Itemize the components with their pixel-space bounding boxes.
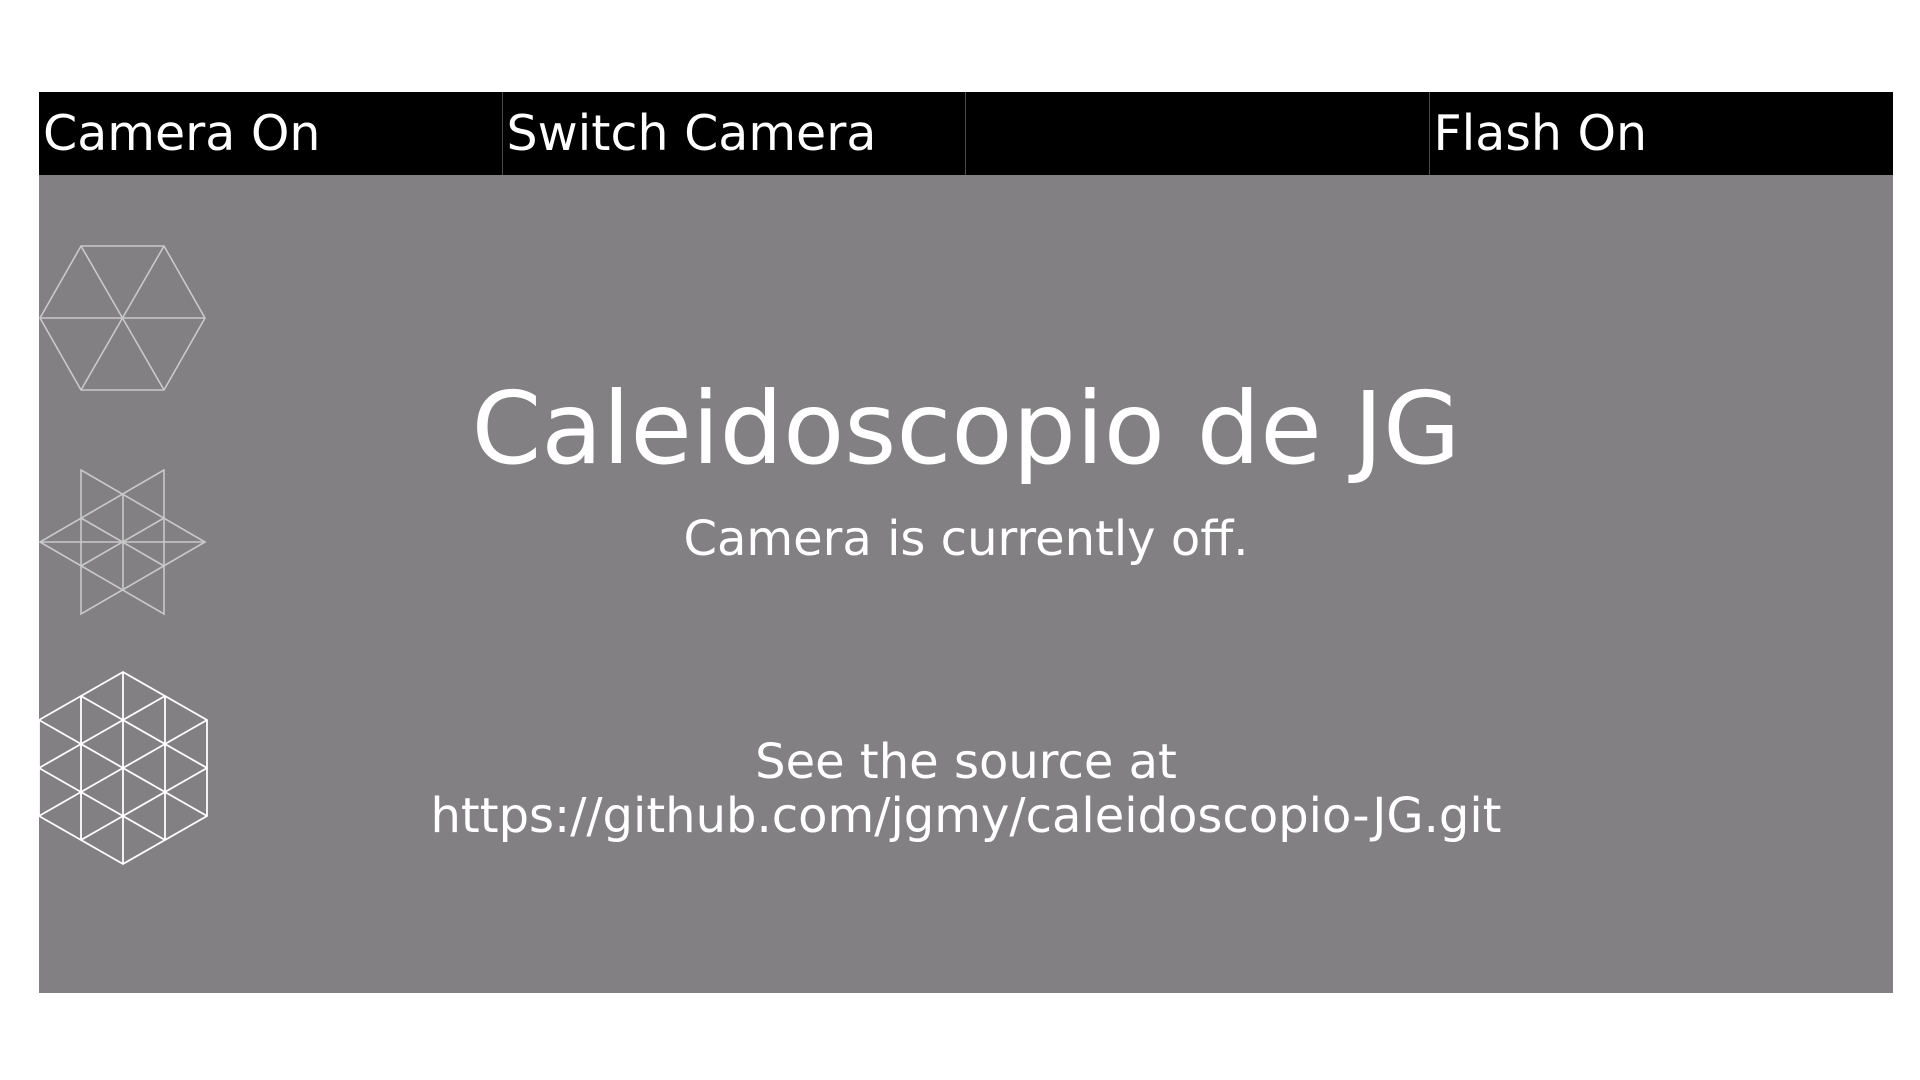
flash-on-button[interactable]: Flash On (1430, 92, 1894, 175)
hexagon-6-triangles-icon[interactable] (39, 244, 209, 392)
app-title: Caleidoscopio de JG (471, 370, 1461, 487)
source-url-link[interactable]: https://github.com/jgmy/caleidoscopio-JG… (431, 788, 1502, 844)
camera-on-button[interactable]: Camera On (39, 92, 503, 175)
source-info: See the source at https://github.com/jgm… (39, 735, 1893, 843)
camera-status-text: Camera is currently off. (683, 511, 1249, 567)
switch-camera-button[interactable]: Switch Camera (503, 92, 966, 175)
empty-toolbar-button[interactable] (966, 92, 1430, 175)
toolbar: Camera On Switch Camera Flash On (39, 92, 1893, 175)
source-prefix-text: See the source at (755, 734, 1177, 790)
kaleidoscope-app: Camera On Switch Camera Flash On Caleido… (39, 92, 1893, 993)
